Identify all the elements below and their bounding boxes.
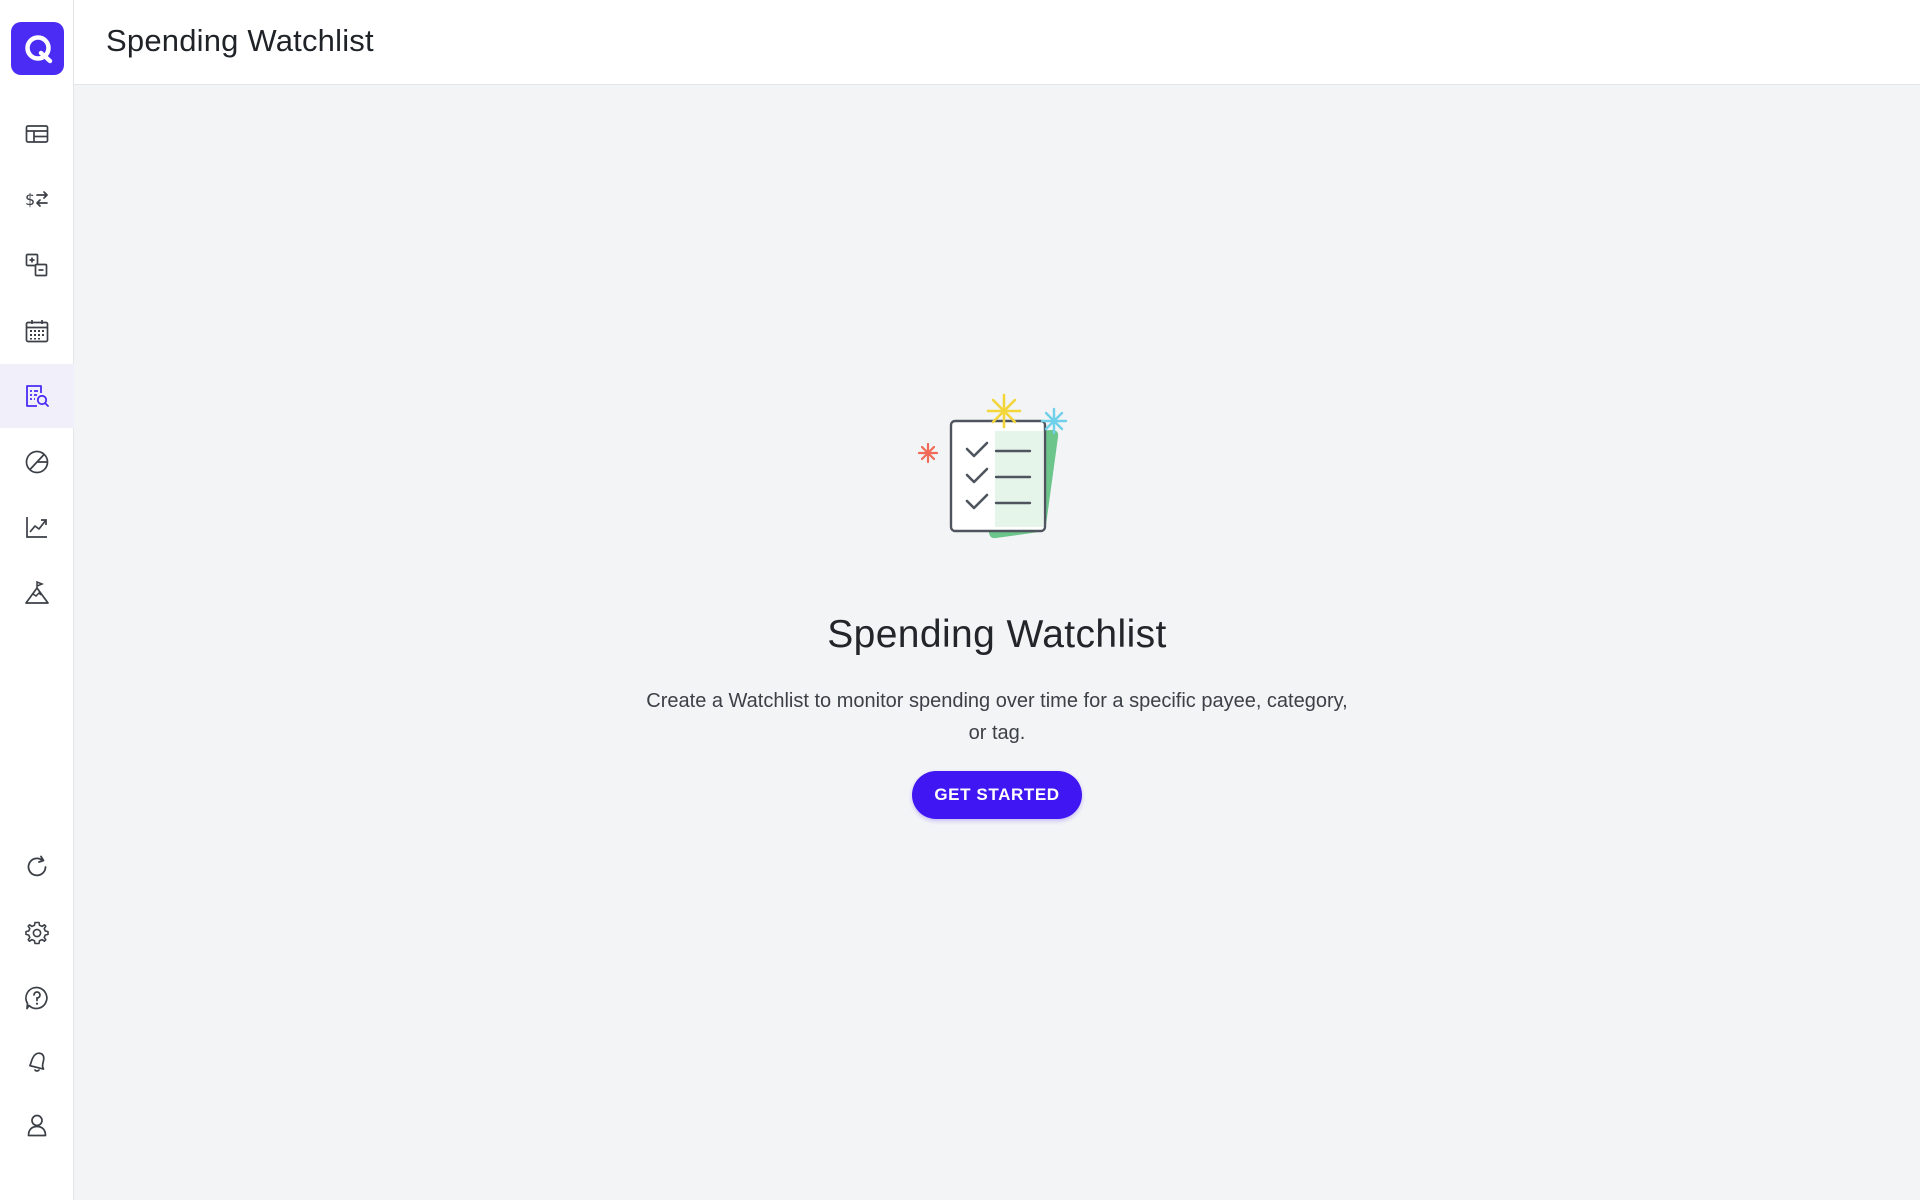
sidebar-item-transactions[interactable]: $ — [0, 167, 74, 231]
empty-state: Spending Watchlist Create a Watchlist to… — [74, 375, 1920, 819]
page-title: Spending Watchlist — [106, 23, 374, 58]
sidebar-item-help[interactable] — [0, 966, 74, 1030]
sidebar-item-budgets[interactable] — [0, 233, 74, 297]
empty-state-title: Spending Watchlist — [827, 613, 1167, 656]
sidebar-item-profile[interactable] — [0, 1093, 74, 1157]
trend-chart-icon — [26, 517, 47, 538]
page-header: Spending Watchlist — [74, 0, 1920, 85]
get-started-button[interactable]: GET STARTED — [912, 771, 1082, 819]
sidebar-item-planning[interactable] — [0, 561, 74, 625]
dashboard-icon — [25, 125, 49, 143]
pie-chart-icon — [25, 450, 49, 474]
gear-icon — [25, 921, 49, 945]
main-content: Spending Watchlist Create a Watchlist to… — [74, 85, 1920, 1200]
sidebar-item-dashboard[interactable] — [0, 102, 74, 166]
empty-state-description: Create a Watchlist to monitor spending o… — [646, 690, 1348, 744]
checklist-illustration — [917, 393, 1068, 539]
refresh-icon — [27, 855, 47, 877]
sidebar-item-reports[interactable] — [0, 430, 74, 494]
dollar-exchange-icon: $ — [25, 190, 48, 209]
sidebar-item-refresh[interactable] — [0, 835, 74, 899]
sidebar: $ — [0, 0, 74, 1200]
mountain-flag-icon — [25, 580, 49, 604]
calendar-icon — [25, 320, 49, 343]
plus-minus-icon — [25, 253, 48, 277]
help-icon — [25, 986, 48, 1010]
sidebar-item-spending-watchlist[interactable] — [0, 364, 74, 428]
sidebar-item-investments[interactable] — [0, 495, 74, 559]
svg-text:$: $ — [25, 190, 35, 209]
sidebar-item-bills[interactable] — [0, 299, 74, 363]
quicken-logo-icon[interactable] — [11, 22, 64, 75]
user-icon — [27, 1114, 47, 1137]
bell-icon — [29, 1052, 45, 1072]
app-root: $ Spending Watchlist Spending Watchlist … — [0, 0, 1920, 1200]
sidebar-item-settings[interactable] — [0, 901, 74, 965]
sidebar-item-notifications[interactable] — [0, 1029, 74, 1093]
report-search-icon — [26, 385, 49, 407]
